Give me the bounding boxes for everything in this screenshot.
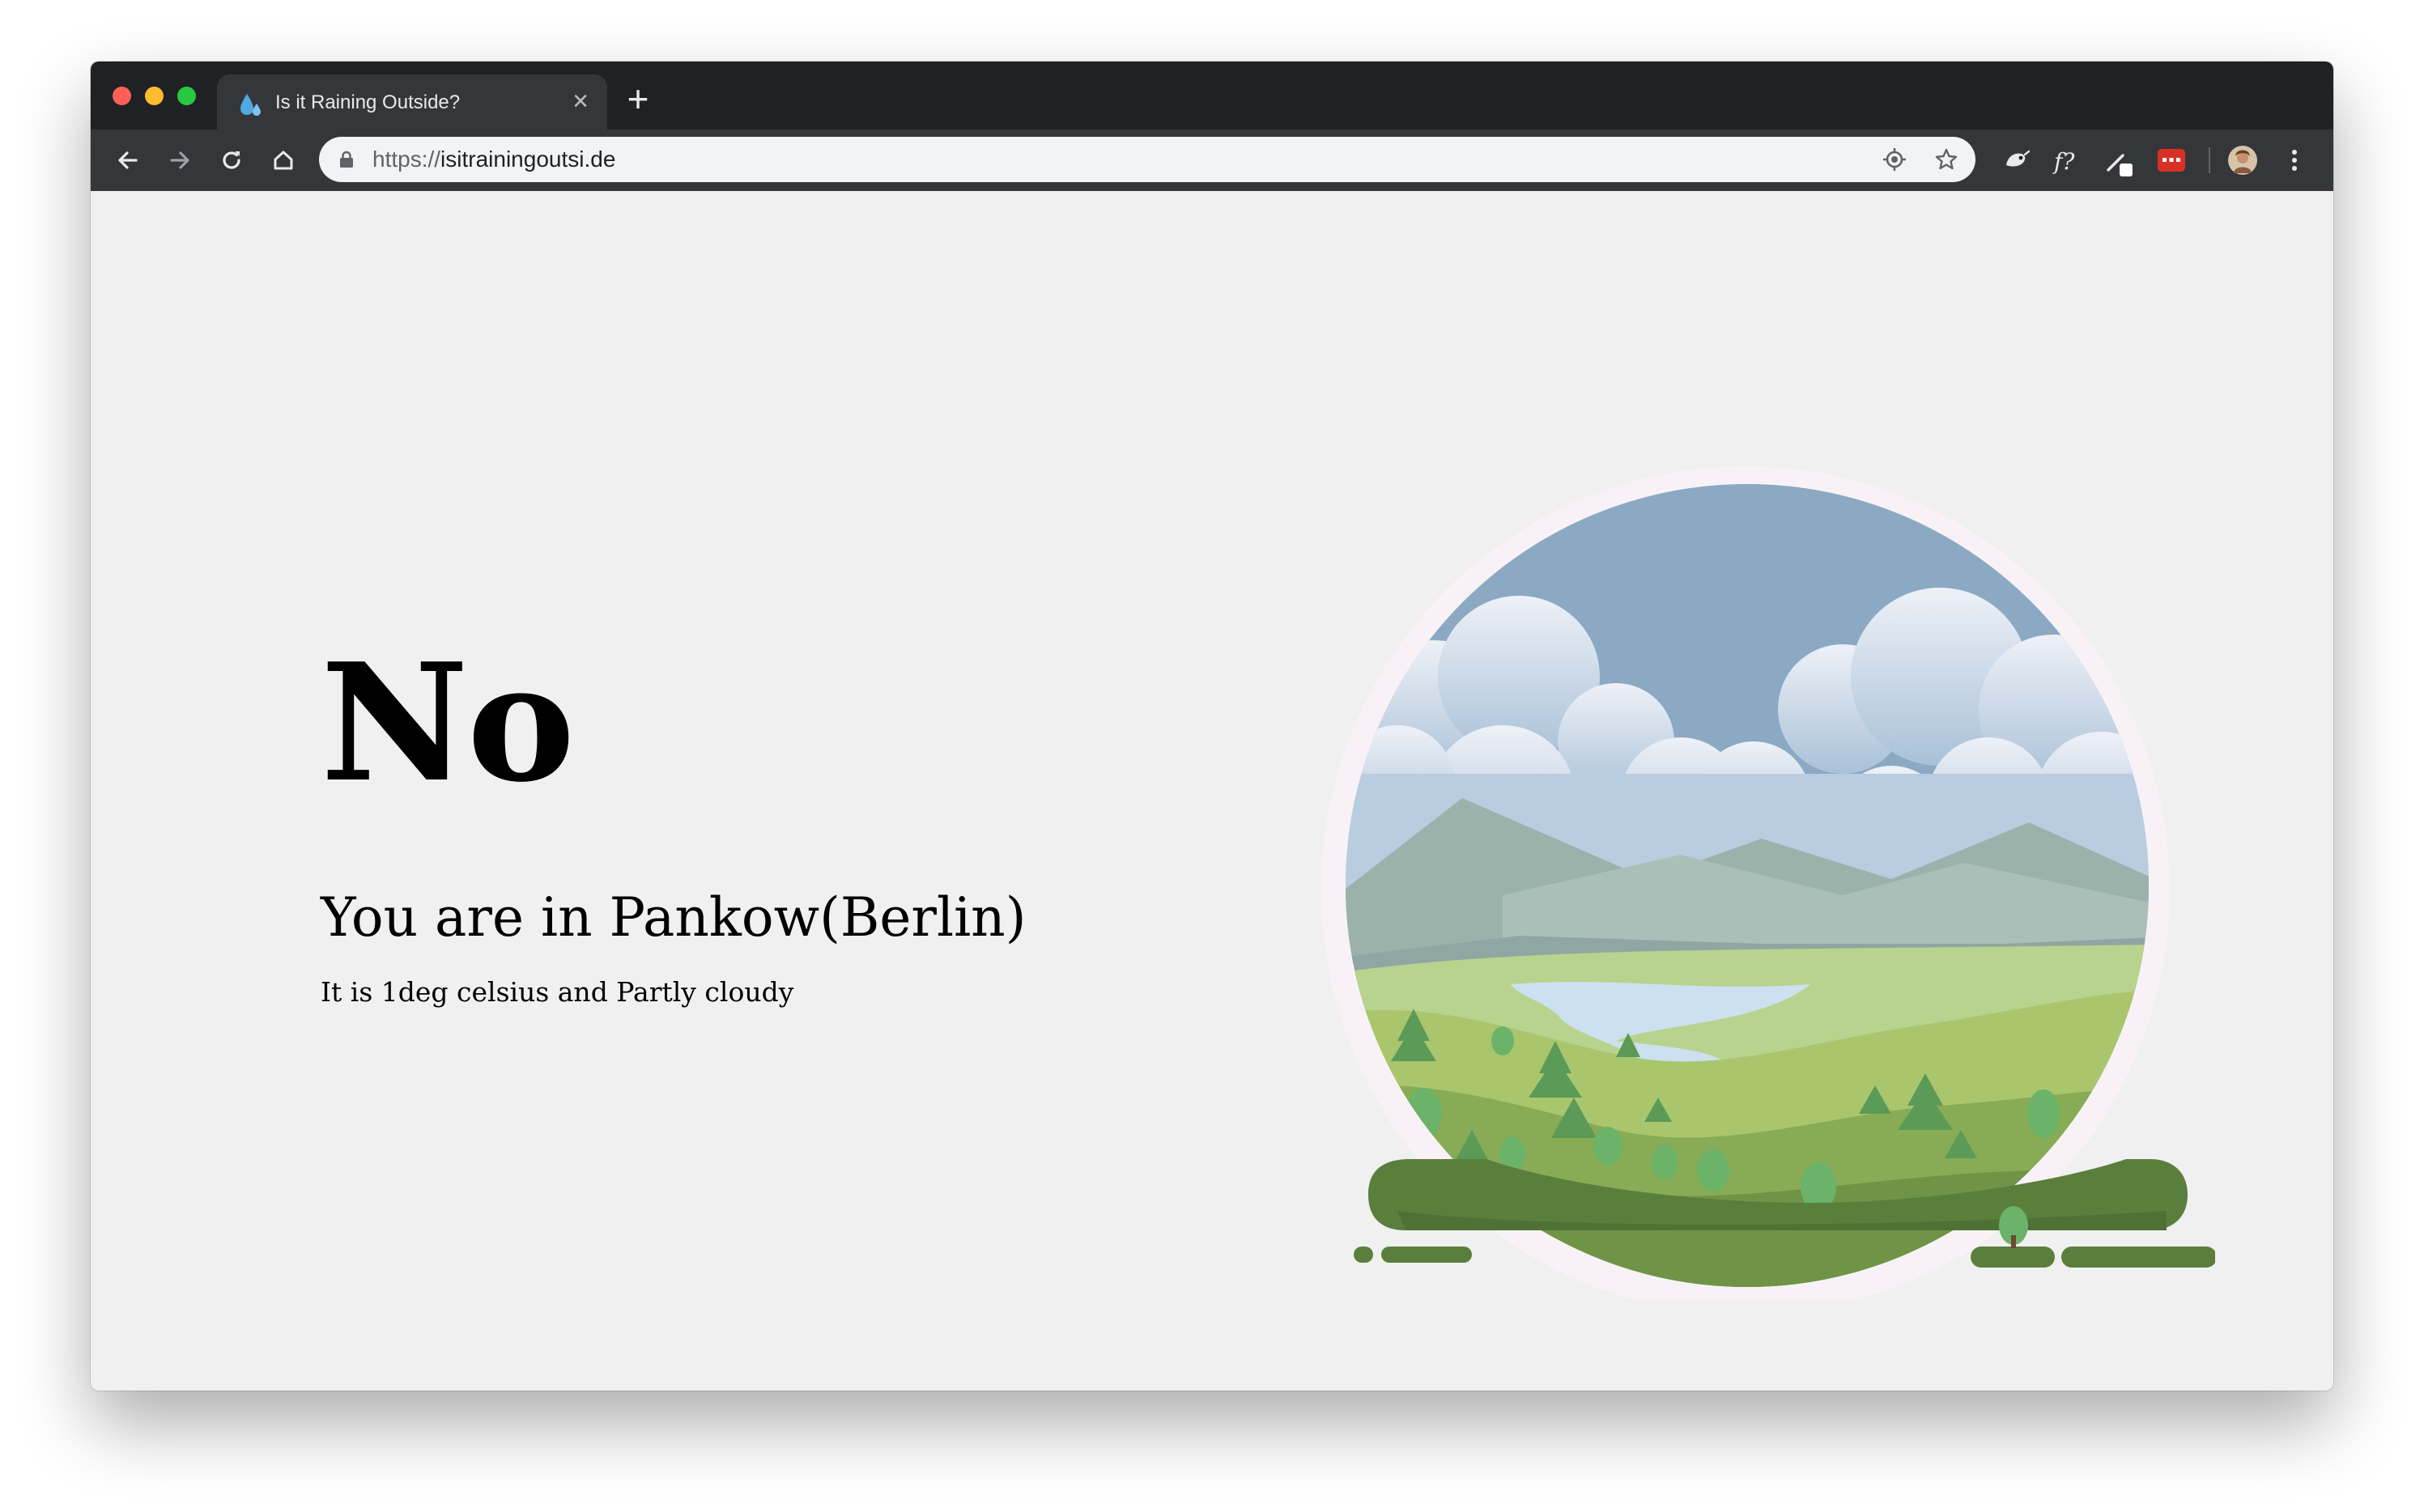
tab-close-button[interactable]: × xyxy=(568,87,593,115)
lock-icon xyxy=(340,151,353,168)
home-icon[interactable] xyxy=(267,144,300,176)
close-window-button[interactable] xyxy=(113,87,131,105)
browser-window: Is it Raining Outside? × + https://isitr… xyxy=(91,62,2333,1391)
rain-answer: No xyxy=(321,628,575,818)
extension-red-icon[interactable] xyxy=(2155,144,2188,176)
bookmark-star-icon[interactable] xyxy=(1933,147,1959,172)
maximize-window-button[interactable] xyxy=(177,87,196,105)
back-arrow-icon[interactable] xyxy=(112,144,144,176)
url-text[interactable]: https://isitrainingoutsi.de xyxy=(372,147,615,172)
location-text: You are in Pankow(Berlin) xyxy=(321,886,1027,949)
more-menu-icon[interactable] xyxy=(2278,144,2311,176)
tab-title: Is it Raining Outside? xyxy=(275,91,461,113)
url-scheme: https:// xyxy=(372,147,441,172)
active-tab[interactable]: Is it Raining Outside? × xyxy=(217,74,607,130)
url-host: isitrainingoutsi.de xyxy=(440,147,616,172)
extension-fontface-icon[interactable]: f? xyxy=(2052,144,2084,176)
address-bar[interactable]: https://isitrainingoutsi.de xyxy=(319,137,1975,182)
minimize-window-button[interactable] xyxy=(145,87,164,105)
water-drops-icon xyxy=(240,94,261,116)
landscape-illustration xyxy=(1321,466,2215,1300)
reload-icon[interactable] xyxy=(215,144,248,176)
svg-text:f?: f? xyxy=(2052,148,2075,175)
extension-bird-icon[interactable] xyxy=(2000,144,2032,176)
new-tab-button[interactable]: + xyxy=(622,80,654,117)
tab-strip: Is it Raining Outside? × + xyxy=(91,62,2333,130)
browser-toolbar: https://isitrainingoutsi.de f? xyxy=(91,130,2333,193)
profile-avatar[interactable] xyxy=(2226,144,2259,176)
location-target-icon[interactable] xyxy=(1882,147,1907,172)
extension-pen-icon[interactable] xyxy=(2103,144,2136,176)
forward-arrow-icon[interactable] xyxy=(164,144,196,176)
page-content: No You are in Pankow(Berlin) It is 1deg … xyxy=(91,191,2333,1391)
weather-text: It is 1deg celsius and Partly cloudy xyxy=(321,976,794,1008)
toolbar-divider xyxy=(2209,147,2210,173)
